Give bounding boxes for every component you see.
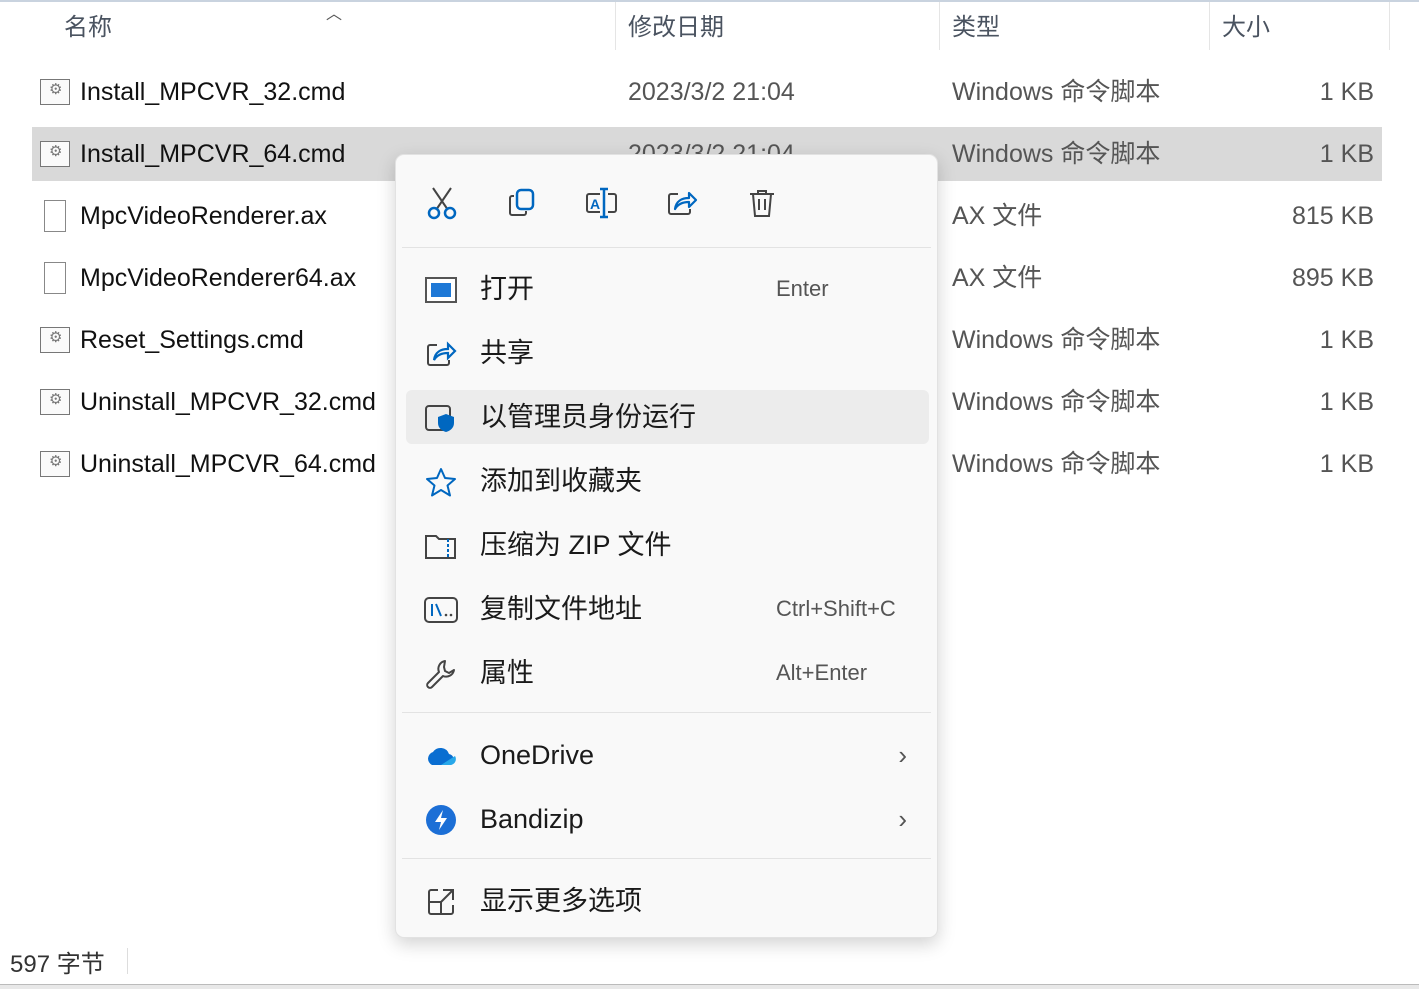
menu-item-shortcut: Alt+Enter (776, 660, 868, 685)
menu-item-onedrive[interactable]: OneDrive › (406, 728, 929, 782)
menu-item-label: 复制文件地址 (480, 594, 642, 624)
file-size: 1 KB (1319, 140, 1374, 168)
script-file-icon (40, 451, 70, 477)
menu-item-label: 以管理员身份运行 (480, 402, 696, 432)
script-file-icon (40, 79, 70, 105)
menu-separator (402, 712, 931, 713)
file-type: Windows 命令脚本 (952, 388, 1161, 416)
menu-item-label: 属性 (480, 658, 534, 688)
file-name: MpcVideoRenderer64.ax (80, 264, 357, 292)
column-divider[interactable] (1209, 2, 1210, 50)
file-size: 1 KB (1319, 450, 1374, 478)
menu-item[interactable]: 属性 Alt+Enter (406, 646, 929, 700)
column-header-type[interactable]: 类型 (952, 8, 1000, 48)
show-more-icon (424, 885, 458, 919)
rename-button[interactable]: A (582, 183, 622, 223)
shield-icon (424, 401, 458, 435)
menu-item[interactable]: 复制文件地址 Ctrl+Shift+C (406, 582, 929, 636)
bottom-border (0, 984, 1419, 989)
column-header-name[interactable]: 名称 (64, 8, 112, 48)
file-name: Reset_Settings.cmd (80, 326, 304, 354)
script-file-icon (40, 327, 70, 353)
share-button[interactable] (662, 183, 702, 223)
file-type: Windows 命令脚本 (952, 140, 1161, 168)
open-icon (424, 273, 458, 307)
column-divider[interactable] (1389, 2, 1390, 50)
menu-item[interactable]: 添加到收藏夹 (406, 454, 929, 508)
chevron-right-icon: › (898, 804, 907, 834)
context-menu: A 打开 Enter 共享 以管理员身份运行 添加到收藏夹 压缩为 ZIP 文件… (395, 154, 938, 938)
file-row[interactable]: Install_MPCVR_32.cmd 2023/3/2 21:04 Wind… (32, 65, 1382, 119)
file-type: Windows 命令脚本 (952, 78, 1161, 106)
menu-item[interactable]: 共享 (406, 326, 929, 380)
file-name: Uninstall_MPCVR_64.cmd (80, 450, 376, 478)
column-divider[interactable] (939, 2, 940, 50)
onedrive-icon (424, 739, 458, 773)
share-icon (668, 191, 698, 215)
delete-button[interactable] (742, 183, 782, 223)
status-divider (127, 948, 128, 974)
menu-item-label: 压缩为 ZIP 文件 (480, 530, 672, 560)
menu-item-shortcut: Ctrl+Shift+C (776, 596, 896, 621)
menu-item-shortcut: Enter (776, 276, 829, 301)
bandizip-icon (424, 803, 458, 837)
file-size: 895 KB (1291, 264, 1374, 292)
copy-button[interactable] (502, 183, 542, 223)
menu-item-show-more-options[interactable]: 显示更多选项 (406, 874, 929, 928)
script-file-icon (40, 389, 70, 415)
file-name: Uninstall_MPCVR_32.cmd (80, 388, 376, 416)
file-name: MpcVideoRenderer.ax (80, 202, 327, 230)
menu-item-bandizip[interactable]: Bandizip › (406, 792, 929, 846)
menu-item[interactable]: 打开 Enter (406, 262, 929, 316)
script-file-icon (40, 141, 70, 167)
zip-icon (424, 529, 458, 563)
rename-icon: A (586, 187, 617, 219)
menu-item-label: 打开 (480, 274, 534, 304)
file-size: 815 KB (1291, 202, 1374, 230)
file-icon (44, 262, 66, 294)
file-type: Windows 命令脚本 (952, 326, 1161, 354)
trash-icon (750, 190, 774, 217)
path-icon (424, 593, 458, 627)
menu-separator (402, 858, 931, 859)
menu-item-label: Bandizip (480, 804, 584, 834)
top-border (0, 0, 1419, 2)
file-name: Install_MPCVR_32.cmd (80, 78, 346, 106)
copy-icon (509, 188, 535, 216)
file-size: 1 KB (1319, 78, 1374, 106)
sort-ascending-icon: ︿ (326, 6, 343, 23)
status-bar-size: 597 字节 (10, 951, 105, 978)
file-size: 1 KB (1319, 388, 1374, 416)
column-header-date[interactable]: 修改日期 (628, 8, 724, 48)
file-size: 1 KB (1319, 326, 1374, 354)
file-type: AX 文件 (952, 202, 1043, 230)
menu-item[interactable]: 压缩为 ZIP 文件 (406, 518, 929, 572)
file-icon (44, 200, 66, 232)
menu-item-label: 显示更多选项 (480, 886, 642, 916)
svg-text:A: A (590, 196, 600, 212)
cut-button[interactable] (422, 183, 462, 223)
column-divider[interactable] (615, 2, 616, 50)
scissors-icon (427, 187, 457, 220)
file-type: Windows 命令脚本 (952, 450, 1161, 478)
file-date: 2023/3/2 21:04 (628, 78, 795, 106)
menu-item[interactable]: 以管理员身份运行 (406, 390, 929, 444)
file-type: AX 文件 (952, 264, 1043, 292)
file-name: Install_MPCVR_64.cmd (80, 140, 346, 168)
share-icon (424, 337, 458, 371)
menu-separator (402, 247, 931, 248)
column-header-size[interactable]: 大小 (1222, 8, 1270, 48)
chevron-right-icon: › (898, 740, 907, 770)
wrench-icon (424, 657, 458, 691)
menu-item-label: OneDrive (480, 740, 595, 770)
menu-item-label: 添加到收藏夹 (480, 466, 642, 496)
star-icon (424, 465, 458, 499)
menu-item-label: 共享 (480, 338, 534, 368)
